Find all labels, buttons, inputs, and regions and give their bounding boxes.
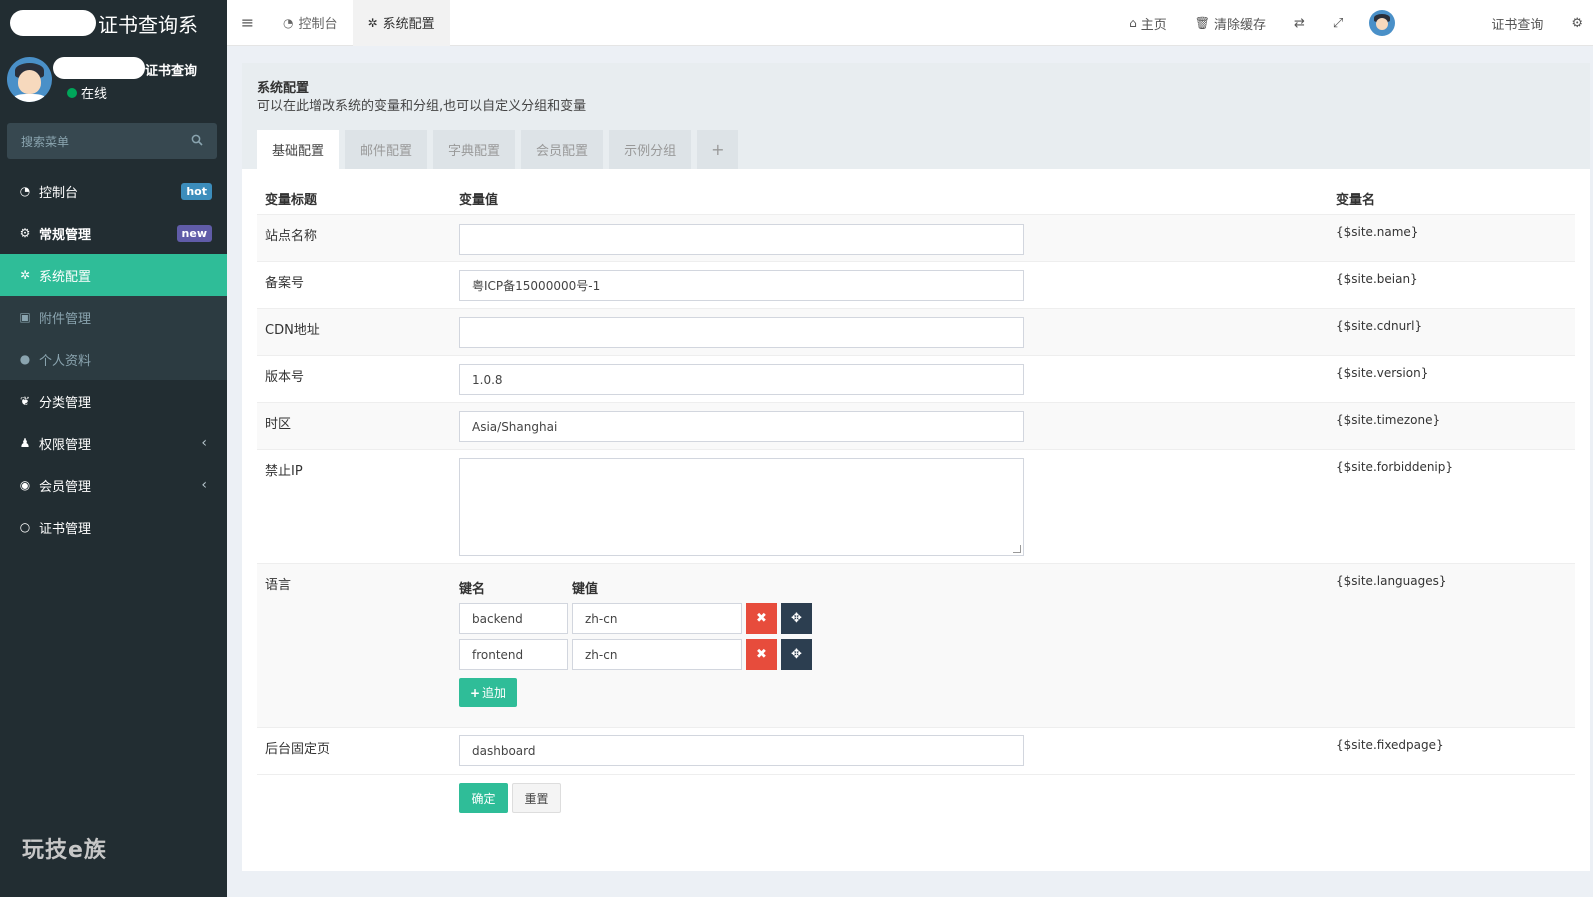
- chevron-left-icon: ‹: [201, 477, 207, 493]
- tab-dashboard[interactable]: ◔ 控制台: [268, 0, 353, 46]
- table-row: 时区 Asia/Shanghai {$site.timezone}: [257, 403, 1575, 450]
- sidebar-item-system-config[interactable]: ✲ 系统配置: [0, 254, 227, 296]
- topbar: ≡ ◔ 控制台 ✲ 系统配置 ⌂ 主页 🗑 清除缓存 ⇄ ⤢ 证书查询 ⚙: [227, 0, 1593, 46]
- footer-brand: 玩技e族: [22, 838, 107, 863]
- submit-button[interactable]: 确定: [459, 783, 508, 813]
- config-tabs: 基础配置 邮件配置 字典配置 会员配置 示例分组 +: [257, 130, 744, 169]
- add-tab-button[interactable]: +: [697, 130, 739, 169]
- sidebar-item-category[interactable]: ❦ 分类管理: [0, 380, 227, 422]
- search-icon[interactable]: [191, 134, 203, 149]
- sidebar-item-attachments[interactable]: ▣ 附件管理: [0, 296, 227, 338]
- table-row: 禁止IP {$site.forbiddenip}: [257, 450, 1575, 564]
- status-dot-icon: [67, 87, 77, 98]
- logo-redaction: [10, 10, 96, 36]
- table-row: CDN地址 {$site.cdnurl}: [257, 309, 1575, 356]
- site-name-input[interactable]: [459, 224, 1024, 255]
- trash-icon: 🗑: [1194, 16, 1210, 30]
- delete-pair-button[interactable]: ✖: [746, 603, 777, 634]
- tab-example[interactable]: 示例分组: [609, 130, 692, 169]
- language-key-input[interactable]: backend: [459, 603, 568, 634]
- gear-icon: ✲: [367, 15, 378, 30]
- table-row: 后台固定页 dashboard {$site.fixedpage}: [257, 728, 1575, 775]
- language-pair-row: frontend zh-cn ✖ ✥: [459, 639, 812, 670]
- file-image-icon: ▣: [19, 310, 31, 324]
- fixed-page-input[interactable]: dashboard: [459, 735, 1024, 766]
- sidebar-item-member[interactable]: ◉ 会员管理 ‹: [0, 464, 227, 506]
- tab-email[interactable]: 邮件配置: [345, 130, 428, 169]
- table-row: 语言 键名 键值 backend zh-cn ✖ ✥ frontend zh-c…: [257, 564, 1575, 728]
- user-avatar[interactable]: [1369, 10, 1396, 36]
- config-panel: 系统配置 可以在此增改系统的变量和分组,也可以自定义分组和变量 基础配置 邮件配…: [242, 63, 1590, 871]
- sidebar-item-dashboard[interactable]: ◔ 控制台 hot: [0, 170, 227, 212]
- forbidden-ip-textarea[interactable]: [459, 458, 1024, 556]
- languages-editor: 键名 键值 backend zh-cn ✖ ✥ frontend zh-cn ✖…: [459, 578, 812, 707]
- chevron-left-icon: ‹: [201, 435, 207, 451]
- language-key-input[interactable]: frontend: [459, 639, 568, 670]
- sidebar: 证书查询系 证书查询 在线 搜索菜单 ◔ 控制台 hot ⚙ 常规管理 new …: [0, 0, 227, 897]
- tab-system-config[interactable]: ✲ 系统配置: [352, 0, 450, 46]
- config-table: 变量标题 变量值 变量名 站点名称 {$site.name} 备案号 粤ICP备…: [257, 181, 1575, 825]
- page-description: 可以在此增改系统的变量和分组,也可以自定义分组和变量: [257, 99, 587, 114]
- table-row: 备案号 粤ICP备15000000号-1 {$site.beian}: [257, 262, 1575, 309]
- dashboard-icon: ◔: [19, 184, 31, 198]
- gear-icon: ✲: [19, 268, 31, 282]
- tab-member[interactable]: 会员配置: [521, 130, 604, 169]
- translate-icon[interactable]: ⇄: [1280, 16, 1319, 31]
- sidebar-item-profile[interactable]: ● 个人资料: [0, 338, 227, 380]
- version-input[interactable]: 1.0.8: [459, 364, 1024, 395]
- move-pair-icon[interactable]: ✥: [781, 603, 812, 634]
- language-value-input[interactable]: zh-cn: [572, 639, 742, 670]
- dashboard-icon: ◔: [283, 15, 294, 30]
- hot-badge: hot: [181, 182, 212, 200]
- menu-toggle-icon[interactable]: ≡: [227, 13, 268, 32]
- logo-text: 证书查询系: [98, 12, 198, 37]
- plus-icon: +: [469, 685, 481, 700]
- cogs-icon: ⚙: [19, 226, 31, 240]
- sidebar-item-auth[interactable]: ♟ 权限管理 ‹: [0, 422, 227, 464]
- home-link[interactable]: ⌂ 主页: [1115, 14, 1181, 33]
- resize-handle-icon[interactable]: [1013, 545, 1021, 553]
- clear-cache-button[interactable]: 🗑 清除缓存: [1181, 14, 1280, 33]
- append-pair-button[interactable]: + 追加: [459, 678, 517, 707]
- sidebar-menu: ◔ 控制台 hot ⚙ 常规管理 new ✲ 系统配置 ▣ 附件管理 ● 个人资…: [0, 170, 227, 548]
- timezone-input[interactable]: Asia/Shanghai: [459, 411, 1024, 442]
- language-pair-row: backend zh-cn ✖ ✥: [459, 603, 812, 634]
- panel-header: 系统配置 可以在此增改系统的变量和分组,也可以自定义分组和变量 基础配置 邮件配…: [242, 63, 1590, 169]
- tab-dictionary[interactable]: 字典配置: [433, 130, 516, 169]
- settings-gear-icon[interactable]: ⚙: [1557, 16, 1593, 31]
- new-badge: new: [176, 224, 212, 242]
- group-icon: ♟: [19, 436, 31, 450]
- sidebar-item-certificate[interactable]: ○ 证书管理: [0, 506, 227, 548]
- leaf-icon: ❦: [19, 394, 31, 408]
- username: 证书查询: [145, 64, 198, 79]
- user-icon: ●: [19, 352, 31, 366]
- topbar-actions: ⌂ 主页 🗑 清除缓存 ⇄ ⤢ 证书查询 ⚙: [1115, 0, 1593, 46]
- online-status: 在线: [67, 83, 107, 102]
- table-row: 站点名称 {$site.name}: [257, 215, 1575, 262]
- user-menu-link[interactable]: 证书查询: [1477, 14, 1557, 33]
- avatar: [7, 57, 52, 102]
- user-circle-icon: ◉: [19, 478, 31, 492]
- logo[interactable]: 证书查询系: [0, 0, 227, 46]
- username-redaction: [53, 57, 145, 79]
- tab-basic[interactable]: 基础配置: [257, 130, 340, 169]
- circle-icon: ○: [19, 520, 31, 534]
- table-row: 版本号 1.0.8 {$site.version}: [257, 356, 1575, 403]
- delete-pair-button[interactable]: ✖: [746, 639, 777, 670]
- language-value-input[interactable]: zh-cn: [572, 603, 742, 634]
- sidebar-search-input[interactable]: 搜索菜单: [7, 123, 217, 159]
- table-header: 变量标题 变量值 变量名: [257, 181, 1575, 215]
- fullscreen-icon[interactable]: ⤢: [1319, 16, 1357, 31]
- home-icon: ⌂: [1129, 16, 1137, 30]
- page-title: 系统配置: [257, 81, 310, 96]
- form-actions: 确定 重置: [257, 775, 1575, 825]
- sidebar-item-general[interactable]: ⚙ 常规管理 new: [0, 212, 227, 254]
- cdn-url-input[interactable]: [459, 317, 1024, 348]
- move-pair-icon[interactable]: ✥: [781, 639, 812, 670]
- beian-input[interactable]: 粤ICP备15000000号-1: [459, 270, 1024, 301]
- reset-button[interactable]: 重置: [512, 783, 561, 813]
